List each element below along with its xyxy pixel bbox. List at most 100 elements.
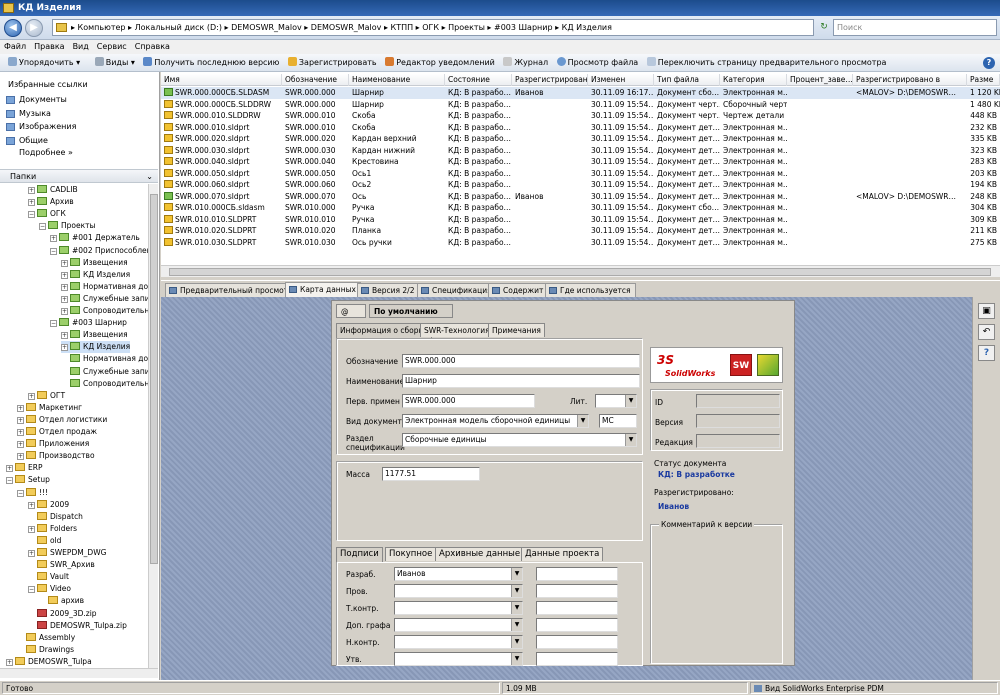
expand-icon[interactable]: + <box>61 271 68 279</box>
name-field[interactable]: Шарнир <box>402 374 640 388</box>
help-icon[interactable]: ? <box>978 345 995 361</box>
tree-node[interactable]: + CADLIB <box>28 184 78 196</box>
collapse-icon[interactable]: − <box>28 586 35 594</box>
chevron-down-icon[interactable]: ▼ <box>511 636 522 648</box>
menu-item[interactable]: Правка <box>30 40 68 54</box>
signature-select[interactable]: ▼ <box>394 584 523 598</box>
mass-field[interactable]: 1177.51 <box>382 467 480 481</box>
organize-button[interactable]: Упорядочить ▾ <box>0 54 83 72</box>
expand-icon[interactable]: + <box>6 658 13 666</box>
tree-node[interactable]: +2009 <box>28 499 69 511</box>
view-tab[interactable]: Версия 2/2 <box>357 283 420 297</box>
favorite-link[interactable]: Общие <box>6 135 48 147</box>
favorite-link[interactable]: Музыка <box>6 108 51 120</box>
signature-date-field[interactable] <box>536 652 618 666</box>
signature-select[interactable]: Иванов ▼ <box>394 567 523 581</box>
tree-node[interactable]: − ОГК <box>28 208 66 220</box>
tree-node[interactable]: + Служебные записки <box>61 293 148 305</box>
file-row[interactable]: SWR.000.060.sldprt SWR.000.060 Ось2 КД: В р… <box>161 179 1000 191</box>
tree-node[interactable]: + Маркетинг <box>17 402 82 414</box>
tree-node[interactable]: + КД Изделия <box>61 341 131 354</box>
expand-icon[interactable]: + <box>17 404 24 412</box>
view-file-button[interactable]: Просмотр файла <box>554 54 642 72</box>
expand-icon[interactable]: + <box>50 235 57 243</box>
chevron-down-icon[interactable]: ▼ <box>625 395 636 407</box>
undo-icon[interactable]: ↶ <box>978 324 995 340</box>
tree-node[interactable]: + DEMOSWR_Tulpa <box>6 656 92 668</box>
view-tab[interactable]: Спецификация <box>417 283 497 297</box>
chevron-down-icon[interactable]: ⌄ <box>146 170 153 183</box>
tree-node[interactable]: − Setup <box>6 474 50 486</box>
help-icon[interactable]: ? <box>983 57 995 69</box>
tree-node[interactable]: + Приложения <box>17 438 89 450</box>
tree-node[interactable]: архив <box>39 595 84 607</box>
file-row[interactable]: SWR.000.000СБ.SLDASM SWR.000.000 Шарнир КД:… <box>161 87 1000 99</box>
tree-node[interactable]: Vault <box>28 571 69 583</box>
expand-icon[interactable]: + <box>28 187 35 194</box>
file-row[interactable]: SWR.010.010.SLDPRT SWR.010.010 Ручка КД: В … <box>161 214 1000 226</box>
tree-node[interactable]: − Video <box>28 583 71 595</box>
scrollbar-thumb[interactable] <box>150 194 158 564</box>
expand-icon[interactable]: + <box>28 525 35 533</box>
designation-field[interactable]: SWR.000.000 <box>402 354 640 368</box>
check-in-button[interactable]: Зарегистрировать <box>285 54 380 72</box>
collapse-icon[interactable]: − <box>50 320 57 328</box>
signature-date-field[interactable] <box>536 567 618 581</box>
tree-node[interactable]: + КД Изделия <box>61 269 130 281</box>
switch-preview-button[interactable]: Переключить страницу предварительного пр… <box>644 54 890 72</box>
tree-node[interactable]: − Проекты <box>39 220 95 232</box>
refresh-icon[interactable]: ↻ <box>817 19 831 36</box>
column-header[interactable]: Обозначение <box>282 74 349 86</box>
signature-select[interactable]: ▼ <box>394 601 523 615</box>
tree-node[interactable]: + Извещения <box>61 329 128 341</box>
file-row[interactable]: SWR.010.030.SLDPRT SWR.010.030 Ось ручки КД… <box>161 237 1000 249</box>
signature-select[interactable]: ▼ <box>394 652 523 666</box>
signature-date-field[interactable] <box>536 635 618 649</box>
tree-node[interactable]: + #001 Держатель <box>50 232 140 244</box>
tree-node[interactable]: Нормативная докумен <box>61 353 148 365</box>
chevron-down-icon[interactable]: ▼ <box>577 415 588 427</box>
file-row[interactable]: SWR.000.050.sldprt SWR.000.050 Ось1 КД: В р… <box>161 168 1000 180</box>
signature-tab[interactable]: Данные проекта <box>521 547 604 561</box>
file-row[interactable]: SWR.000.010.sldprt SWR.000.010 Скоба КД: В … <box>161 122 1000 134</box>
tree-node[interactable]: + Извещения <box>61 257 128 269</box>
tree-scrollbar[interactable] <box>148 184 158 678</box>
collapse-icon[interactable]: − <box>6 477 13 485</box>
views-button[interactable]: Виды ▾ <box>92 54 138 72</box>
expand-icon[interactable]: + <box>17 416 24 424</box>
tree-node[interactable]: 2009_3D.zip <box>28 608 97 620</box>
expand-icon[interactable]: + <box>61 308 68 315</box>
chevron-down-icon[interactable]: ▼ <box>511 619 522 631</box>
column-header[interactable]: Разрегистрировано <box>512 74 588 86</box>
tree-node[interactable]: Drawings <box>17 644 74 656</box>
file-row[interactable]: SWR.000.000СБ.SLDDRW SWR.000.000 Шарнир КД:… <box>161 99 1000 111</box>
signature-tab[interactable]: Покупное <box>385 547 437 561</box>
view-tab[interactable]: Карта данных <box>285 282 361 298</box>
expand-icon[interactable]: + <box>17 429 24 436</box>
column-header[interactable]: Категория <box>720 74 787 86</box>
menu-item[interactable]: Сервис <box>93 40 131 54</box>
forward-button[interactable]: ▶ <box>25 19 43 37</box>
back-button[interactable]: ◀ <box>4 19 22 37</box>
tree-node[interactable]: + Производство <box>17 450 95 462</box>
menu-item[interactable]: Вид <box>69 40 93 54</box>
lit-select[interactable]: ▼ <box>595 394 637 408</box>
column-header[interactable]: Разме <box>967 74 1000 86</box>
file-row[interactable]: SWR.000.040.sldprt SWR.000.040 Крестовина К… <box>161 156 1000 168</box>
menu-item[interactable]: Файл <box>0 40 30 54</box>
favorites-more-link[interactable]: Подробнее » <box>6 147 73 159</box>
expand-icon[interactable]: + <box>17 441 24 449</box>
tree-horizontal-scrollbar[interactable] <box>0 668 158 678</box>
tab-swr-technology[interactable]: SWR-Технология <box>420 323 494 337</box>
first-use-field[interactable]: SWR.000.000 <box>402 394 535 408</box>
column-header[interactable]: Тип файла <box>654 74 720 86</box>
doctype-code-field[interactable]: МС <box>599 414 637 428</box>
favorite-link[interactable]: Изображения <box>6 121 76 133</box>
tree-node[interactable]: Dispatch <box>28 511 83 523</box>
expand-icon[interactable]: + <box>17 453 24 461</box>
tab-assembly-info[interactable]: Информация о сборке <box>336 323 432 338</box>
doctype-select[interactable]: Электронная модель сборочной единицы ▼ <box>402 414 589 428</box>
list-horizontal-scrollbar[interactable] <box>161 265 1000 277</box>
file-row[interactable]: SWR.000.020.sldprt SWR.000.020 Кардан верх… <box>161 133 1000 145</box>
tree-node[interactable]: + Нормативная докумен <box>61 281 148 293</box>
